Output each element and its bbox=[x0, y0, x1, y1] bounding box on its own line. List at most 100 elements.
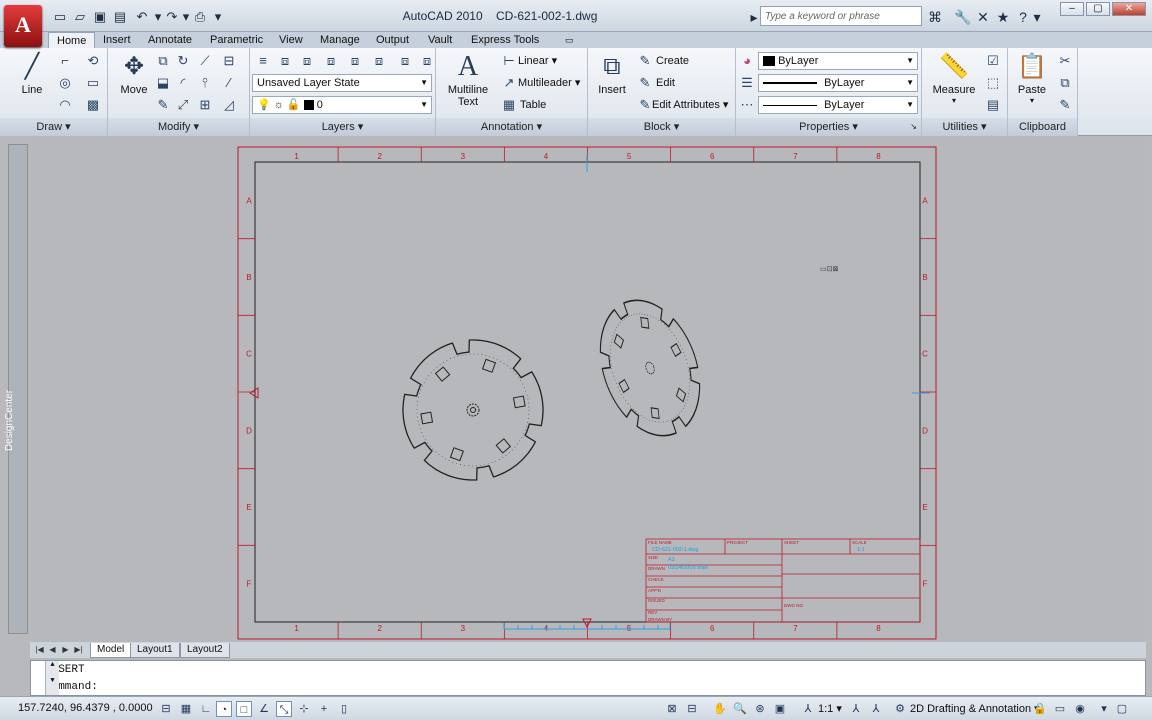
annotation-visibility-icon[interactable]: ⅄ bbox=[848, 701, 864, 717]
command-scrollbar[interactable]: ▲ ▼ bbox=[45, 661, 59, 695]
undo-icon[interactable]: ↶ bbox=[134, 9, 150, 25]
workspace-gear-icon[interactable]: ⚙ bbox=[892, 701, 908, 717]
subscription-center-icon[interactable]: ✕ bbox=[974, 8, 992, 26]
mirror-icon[interactable]: ⫯ bbox=[196, 74, 214, 92]
circle-icon[interactable]: ◎ bbox=[56, 74, 74, 92]
command-line[interactable]: INSERT Command: ▲ ▼ bbox=[30, 660, 1146, 696]
lineweight-toggle-icon[interactable]: + bbox=[316, 701, 332, 717]
toolbar-lock-icon[interactable]: 🔒 bbox=[1032, 701, 1048, 717]
tab-manage[interactable]: Manage bbox=[320, 32, 360, 48]
communication-center-icon[interactable]: 🔧 bbox=[954, 8, 972, 26]
ortho-icon[interactable]: ∟ bbox=[198, 701, 214, 717]
showmotion-icon[interactable]: ▣ bbox=[772, 701, 788, 717]
layer-properties-icon[interactable]: ≡ bbox=[254, 52, 272, 70]
layout-tab-layout1[interactable]: Layout1 bbox=[130, 643, 180, 658]
matchprop-icon[interactable]: ✎ bbox=[154, 96, 172, 114]
edit-block-button[interactable]: Edit bbox=[656, 74, 675, 92]
line-button[interactable]: ╱ Line bbox=[12, 52, 52, 96]
favorites-star-icon[interactable]: ★ bbox=[994, 8, 1012, 26]
tab-annotate[interactable]: Annotate bbox=[148, 32, 192, 48]
panel-properties-title[interactable]: Properties ▾ ↘ bbox=[736, 118, 921, 136]
infer-constraints-icon[interactable]: ⊟ bbox=[158, 701, 174, 717]
tab-parametric[interactable]: Parametric bbox=[210, 32, 263, 48]
help-icon[interactable]: ? bbox=[1014, 8, 1032, 26]
quick-properties-icon[interactable]: ▯ bbox=[336, 701, 352, 717]
trim-icon[interactable]: ⟋ bbox=[196, 52, 214, 70]
clean-screen-icon[interactable]: ▢ bbox=[1114, 701, 1130, 717]
table-button[interactable]: Table bbox=[520, 96, 546, 114]
tab-express-tools[interactable]: Express Tools bbox=[471, 32, 539, 48]
plot-icon[interactable]: ⎙ bbox=[192, 9, 208, 25]
explode-icon[interactable]: ⁄ bbox=[220, 74, 238, 92]
calculator-icon[interactable]: ▤ bbox=[984, 96, 1002, 114]
layout-tab-layout2[interactable]: Layout2 bbox=[180, 643, 230, 658]
layer-match-icon[interactable]: ⧈ bbox=[370, 52, 388, 70]
panel-modify-title[interactable]: Modify ▾ bbox=[108, 118, 249, 136]
hardware-accel-icon[interactable]: ▭ bbox=[1052, 701, 1068, 717]
tab-home[interactable]: Home bbox=[48, 32, 96, 48]
new-file-icon[interactable]: ▭ bbox=[52, 9, 68, 25]
pan-icon[interactable]: ✋ bbox=[712, 701, 728, 717]
ribbon-minimize-icon[interactable]: ▭ bbox=[565, 32, 574, 48]
panel-layers-title[interactable]: Layers ▾ bbox=[250, 118, 435, 136]
next-layout-icon[interactable]: ▶ bbox=[60, 644, 71, 656]
layer-state-dropdown[interactable]: Unsaved Layer State ▼ bbox=[252, 74, 432, 92]
panel-draw-title[interactable]: Draw ▾ bbox=[0, 118, 107, 136]
drawing-area[interactable]: 1122334455667788AABBCCDDEEFF ▭⊡⊠ bbox=[32, 138, 1144, 642]
multiline-text-button[interactable]: A Multiline Text bbox=[444, 52, 492, 109]
tab-output[interactable]: Output bbox=[376, 32, 409, 48]
scale-icon[interactable]: ⤢ bbox=[174, 96, 192, 114]
stretch-icon[interactable]: ⬓ bbox=[154, 74, 172, 92]
select-all-icon[interactable]: ⬚ bbox=[984, 74, 1002, 92]
panel-clipboard-title[interactable]: Clipboard bbox=[1008, 118, 1077, 136]
layer-freeze-icon[interactable]: ⧈ bbox=[322, 52, 340, 70]
layout-tab-model[interactable]: Model bbox=[90, 643, 132, 658]
annotation-scale-icon[interactable]: ⅄ bbox=[800, 701, 816, 717]
close-button[interactable]: ✕ bbox=[1112, 2, 1146, 16]
linear-button[interactable]: Linear ▾ bbox=[518, 52, 557, 70]
quick-select-icon[interactable]: ☑ bbox=[984, 52, 1002, 70]
tab-view[interactable]: View bbox=[279, 32, 303, 48]
linetype-dropdown[interactable]: ByLayer ▼ bbox=[758, 96, 918, 114]
fillet-icon[interactable]: ◜ bbox=[174, 74, 192, 92]
panel-launcher-icon[interactable]: ↘ bbox=[910, 118, 917, 136]
copy-clip-icon[interactable]: ⧉ bbox=[1056, 74, 1074, 92]
panel-block-title[interactable]: Block ▾ bbox=[588, 118, 735, 136]
application-menu-button[interactable]: A bbox=[4, 5, 42, 47]
offset-icon[interactable]: ◿ bbox=[220, 96, 238, 114]
layer-previous-icon[interactable]: ⧈ bbox=[396, 52, 414, 70]
minimize-button[interactable]: – bbox=[1060, 2, 1084, 16]
layer-walk-icon[interactable]: ⧈ bbox=[418, 52, 436, 70]
layer-dropdown[interactable]: 💡 ☼ 🔓 0 ▼ bbox=[252, 96, 432, 114]
binoculars-icon[interactable]: ⌘ bbox=[926, 8, 944, 26]
ducs-icon[interactable]: ⤡ bbox=[276, 701, 292, 717]
hatch-icon[interactable]: ▩ bbox=[84, 96, 102, 114]
panel-utilities-title[interactable]: Utilities ▾ bbox=[922, 118, 1007, 136]
zoom-icon[interactable]: 🔍 bbox=[732, 701, 748, 717]
insert-block-button[interactable]: ⧉ Insert bbox=[594, 52, 630, 96]
polar-icon[interactable]: ◔ bbox=[216, 701, 232, 717]
paste-button[interactable]: 📋 Paste ▾ bbox=[1014, 52, 1050, 105]
layer-off-icon[interactable]: ⧈ bbox=[298, 52, 316, 70]
tab-vault[interactable]: Vault bbox=[428, 32, 452, 48]
rotate-arc-icon[interactable]: ⟲ bbox=[84, 52, 102, 70]
steeringwheel-icon[interactable]: ⊛ bbox=[752, 701, 768, 717]
search-expand-icon[interactable]: ▸ bbox=[748, 8, 760, 26]
restore-button[interactable]: ▢ bbox=[1086, 2, 1110, 16]
measure-button[interactable]: 📏 Measure ▾ bbox=[930, 52, 978, 105]
help-dropdown-icon[interactable]: ▾ bbox=[1032, 8, 1042, 26]
designcenter-palette[interactable]: DesignCenter bbox=[4, 144, 28, 634]
copy-icon[interactable]: ⧉ bbox=[154, 52, 172, 70]
lineweight-dropdown[interactable]: ByLayer ▼ bbox=[758, 74, 918, 92]
open-file-icon[interactable]: ▱ bbox=[72, 9, 88, 25]
save-icon[interactable]: ▤ bbox=[112, 9, 128, 25]
snap-grid-icon[interactable]: ▦ bbox=[178, 701, 194, 717]
otrack-icon[interactable]: ∠ bbox=[256, 701, 272, 717]
match-properties-icon[interactable]: ✎ bbox=[1056, 96, 1074, 114]
panel-annotation-title[interactable]: Annotation ▾ bbox=[436, 118, 587, 136]
polyline-icon[interactable]: ⌐ bbox=[56, 52, 74, 70]
rotate-icon[interactable]: ↻ bbox=[174, 52, 192, 70]
workspace-switcher[interactable]: 2D Drafting & Annotation ▾ bbox=[910, 702, 1040, 715]
autoscale-icon[interactable]: ⅄ bbox=[868, 701, 884, 717]
status-menu-icon[interactable]: ▾ bbox=[1096, 701, 1112, 717]
